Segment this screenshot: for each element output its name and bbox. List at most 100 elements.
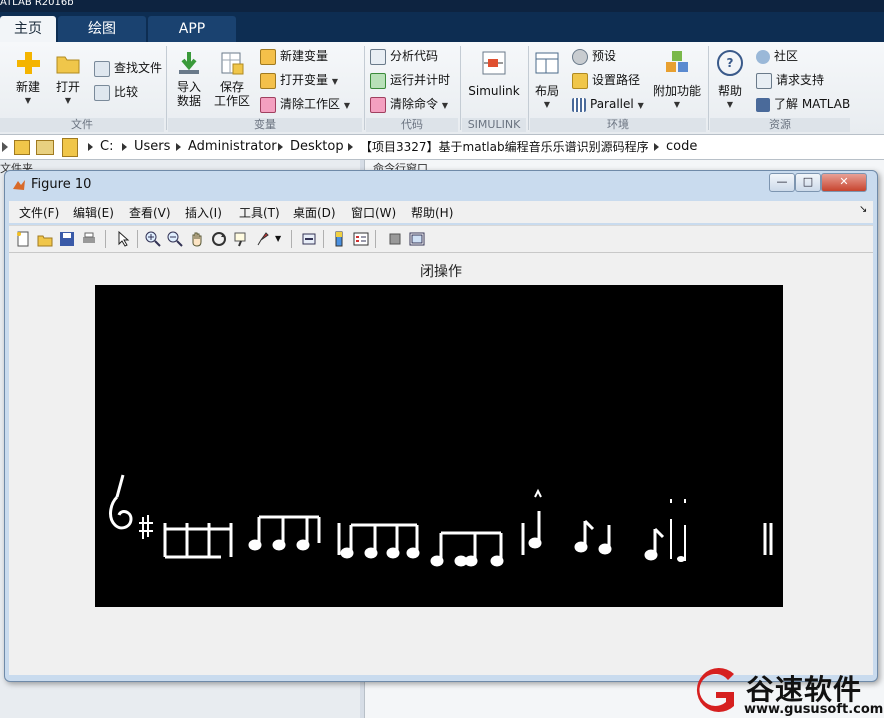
community-icon bbox=[756, 49, 770, 64]
menu-edit[interactable]: 编辑(E) bbox=[73, 204, 114, 221]
set-path-label: 设置路径 bbox=[592, 73, 641, 87]
new-button[interactable]: 新建 ▼ bbox=[8, 50, 48, 108]
parallel-label: Parallel bbox=[590, 97, 634, 111]
dock-arrow-icon[interactable]: ↘ bbox=[859, 204, 867, 215]
tab-home[interactable]: 主页 bbox=[0, 16, 56, 42]
clear-workspace-button[interactable]: 清除工作区 ▼ bbox=[260, 94, 350, 114]
analyze-code-button[interactable]: 分析代码 bbox=[370, 46, 438, 66]
close-button[interactable]: ✕ bbox=[821, 173, 867, 192]
analyze-code-icon bbox=[370, 48, 386, 65]
zoom-in-icon[interactable] bbox=[145, 231, 161, 247]
app-title-bar: ATLAB R2016b bbox=[0, 0, 884, 12]
group-label-file: 文件 bbox=[0, 118, 164, 132]
menu-help[interactable]: 帮助(H) bbox=[411, 204, 453, 221]
import-label-2: 数据 bbox=[176, 94, 201, 108]
pan-hand-icon[interactable] bbox=[189, 231, 205, 247]
hide-plot-tools-icon[interactable] bbox=[387, 231, 403, 247]
new-figure-icon[interactable] bbox=[15, 231, 31, 247]
image-axes[interactable] bbox=[95, 285, 783, 607]
minimize-button[interactable]: — bbox=[769, 173, 795, 192]
simulink-label: Simulink bbox=[468, 84, 520, 98]
rotate-3d-icon[interactable] bbox=[211, 231, 227, 247]
link-plot-icon[interactable] bbox=[301, 231, 317, 247]
group-label-environment: 环境 bbox=[530, 118, 706, 132]
addons-button[interactable]: 附加功能 ▼ bbox=[652, 50, 702, 112]
tab-apps[interactable]: APP bbox=[148, 16, 236, 42]
menu-view[interactable]: 查看(V) bbox=[129, 204, 171, 221]
learn-matlab-button[interactable]: 了解 MATLAB bbox=[756, 94, 850, 114]
chevron-down-icon: ▼ bbox=[543, 100, 551, 109]
request-support-icon bbox=[756, 72, 772, 89]
import-data-button[interactable]: 导入 数据 bbox=[172, 50, 206, 108]
compare-icon bbox=[94, 84, 110, 101]
ribbon-separator bbox=[528, 46, 529, 130]
learn-matlab-label: 了解 MATLAB bbox=[774, 97, 851, 111]
new-variable-button[interactable]: 新建变量 bbox=[260, 46, 328, 66]
chevron-down-icon: ▼ bbox=[637, 101, 644, 110]
preferences-button[interactable]: 预设 bbox=[572, 46, 616, 66]
menu-desktop[interactable]: 桌面(D) bbox=[293, 204, 336, 221]
group-label-simulink: SIMULINK bbox=[462, 118, 526, 132]
breadcrumb-users[interactable]: Users bbox=[134, 135, 170, 159]
print-icon[interactable] bbox=[81, 231, 97, 247]
figure-canvas: 闭操作 bbox=[9, 253, 873, 675]
learn-matlab-icon bbox=[756, 97, 770, 112]
chevron-down-icon[interactable]: ▼ bbox=[275, 231, 291, 247]
colorbar-icon[interactable] bbox=[331, 231, 347, 247]
breadcrumb-desktop[interactable]: Desktop bbox=[290, 135, 344, 159]
breadcrumb-arrow-icon bbox=[654, 143, 659, 151]
community-button[interactable]: 社区 bbox=[756, 46, 798, 66]
legend-icon[interactable] bbox=[353, 231, 369, 247]
breadcrumb-project-folder[interactable]: 【项目3327】基于matlab编程音乐乐谱识别源码程序 bbox=[360, 135, 649, 159]
open-button[interactable]: 打开 ▼ bbox=[50, 50, 86, 108]
data-cursor-icon[interactable] bbox=[233, 231, 249, 247]
help-button[interactable]: ? 帮助 ▼ bbox=[714, 50, 746, 112]
breadcrumb-drive[interactable]: C: bbox=[100, 135, 113, 159]
new-variable-label: 新建变量 bbox=[280, 49, 329, 63]
show-plot-tools-icon[interactable] bbox=[409, 231, 425, 247]
parallel-button[interactable]: Parallel ▼ bbox=[572, 94, 644, 114]
toolbar-separator bbox=[137, 230, 138, 248]
brush-icon[interactable] bbox=[255, 231, 271, 247]
plus-icon bbox=[15, 50, 41, 76]
open-variable-button[interactable]: 打开变量 ▼ bbox=[260, 70, 338, 90]
chevron-down-icon: ▼ bbox=[24, 96, 32, 105]
gear-icon bbox=[572, 48, 588, 65]
browse-folder-icon[interactable] bbox=[36, 140, 54, 155]
current-folder-bar: C: Users Administrator Desktop 【项目3327】基… bbox=[0, 135, 884, 160]
menu-insert[interactable]: 插入(I) bbox=[185, 204, 222, 221]
clear-commands-label: 清除命令 bbox=[390, 97, 439, 111]
back-arrow-icon[interactable] bbox=[2, 142, 8, 152]
up-folder-icon[interactable] bbox=[14, 140, 30, 155]
simulink-button[interactable]: Simulink bbox=[466, 50, 522, 98]
zoom-out-icon[interactable] bbox=[167, 231, 183, 247]
find-files-icon bbox=[94, 60, 110, 77]
folder-icon bbox=[55, 50, 81, 76]
figure-toolbar: ▼ bbox=[9, 225, 873, 253]
save-label-2: 工作区 bbox=[213, 94, 250, 108]
run-and-time-button[interactable]: 运行并计时 bbox=[370, 70, 450, 90]
toolbar-separator bbox=[375, 230, 376, 248]
community-label: 社区 bbox=[774, 49, 799, 63]
menu-window[interactable]: 窗口(W) bbox=[351, 204, 396, 221]
set-path-button[interactable]: 设置路径 bbox=[572, 70, 640, 90]
tab-plots[interactable]: 绘图 bbox=[58, 16, 146, 42]
import-label-1: 导入 bbox=[176, 80, 201, 94]
compare-button[interactable]: 比较 bbox=[94, 82, 138, 102]
preferences-label: 预设 bbox=[592, 49, 617, 63]
maximize-button[interactable]: □ bbox=[795, 173, 821, 192]
find-files-button[interactable]: 查找文件 bbox=[94, 58, 162, 78]
breadcrumb-administrator[interactable]: Administrator bbox=[188, 135, 277, 159]
open-file-icon[interactable] bbox=[37, 231, 53, 247]
menu-tools[interactable]: 工具(T) bbox=[239, 204, 280, 221]
request-support-button[interactable]: 请求支持 bbox=[756, 70, 824, 90]
layout-button[interactable]: 布局 ▼ bbox=[532, 50, 562, 112]
pointer-icon[interactable] bbox=[115, 231, 131, 247]
save-workspace-button[interactable]: 保存 工作区 bbox=[212, 50, 252, 108]
save-icon[interactable] bbox=[59, 231, 75, 247]
breadcrumb-code[interactable]: code bbox=[666, 135, 697, 159]
clear-commands-button[interactable]: 清除命令 ▼ bbox=[370, 94, 448, 114]
find-files-label: 查找文件 bbox=[114, 61, 163, 75]
menu-file[interactable]: 文件(F) bbox=[19, 204, 59, 221]
help-icon: ? bbox=[717, 50, 743, 76]
